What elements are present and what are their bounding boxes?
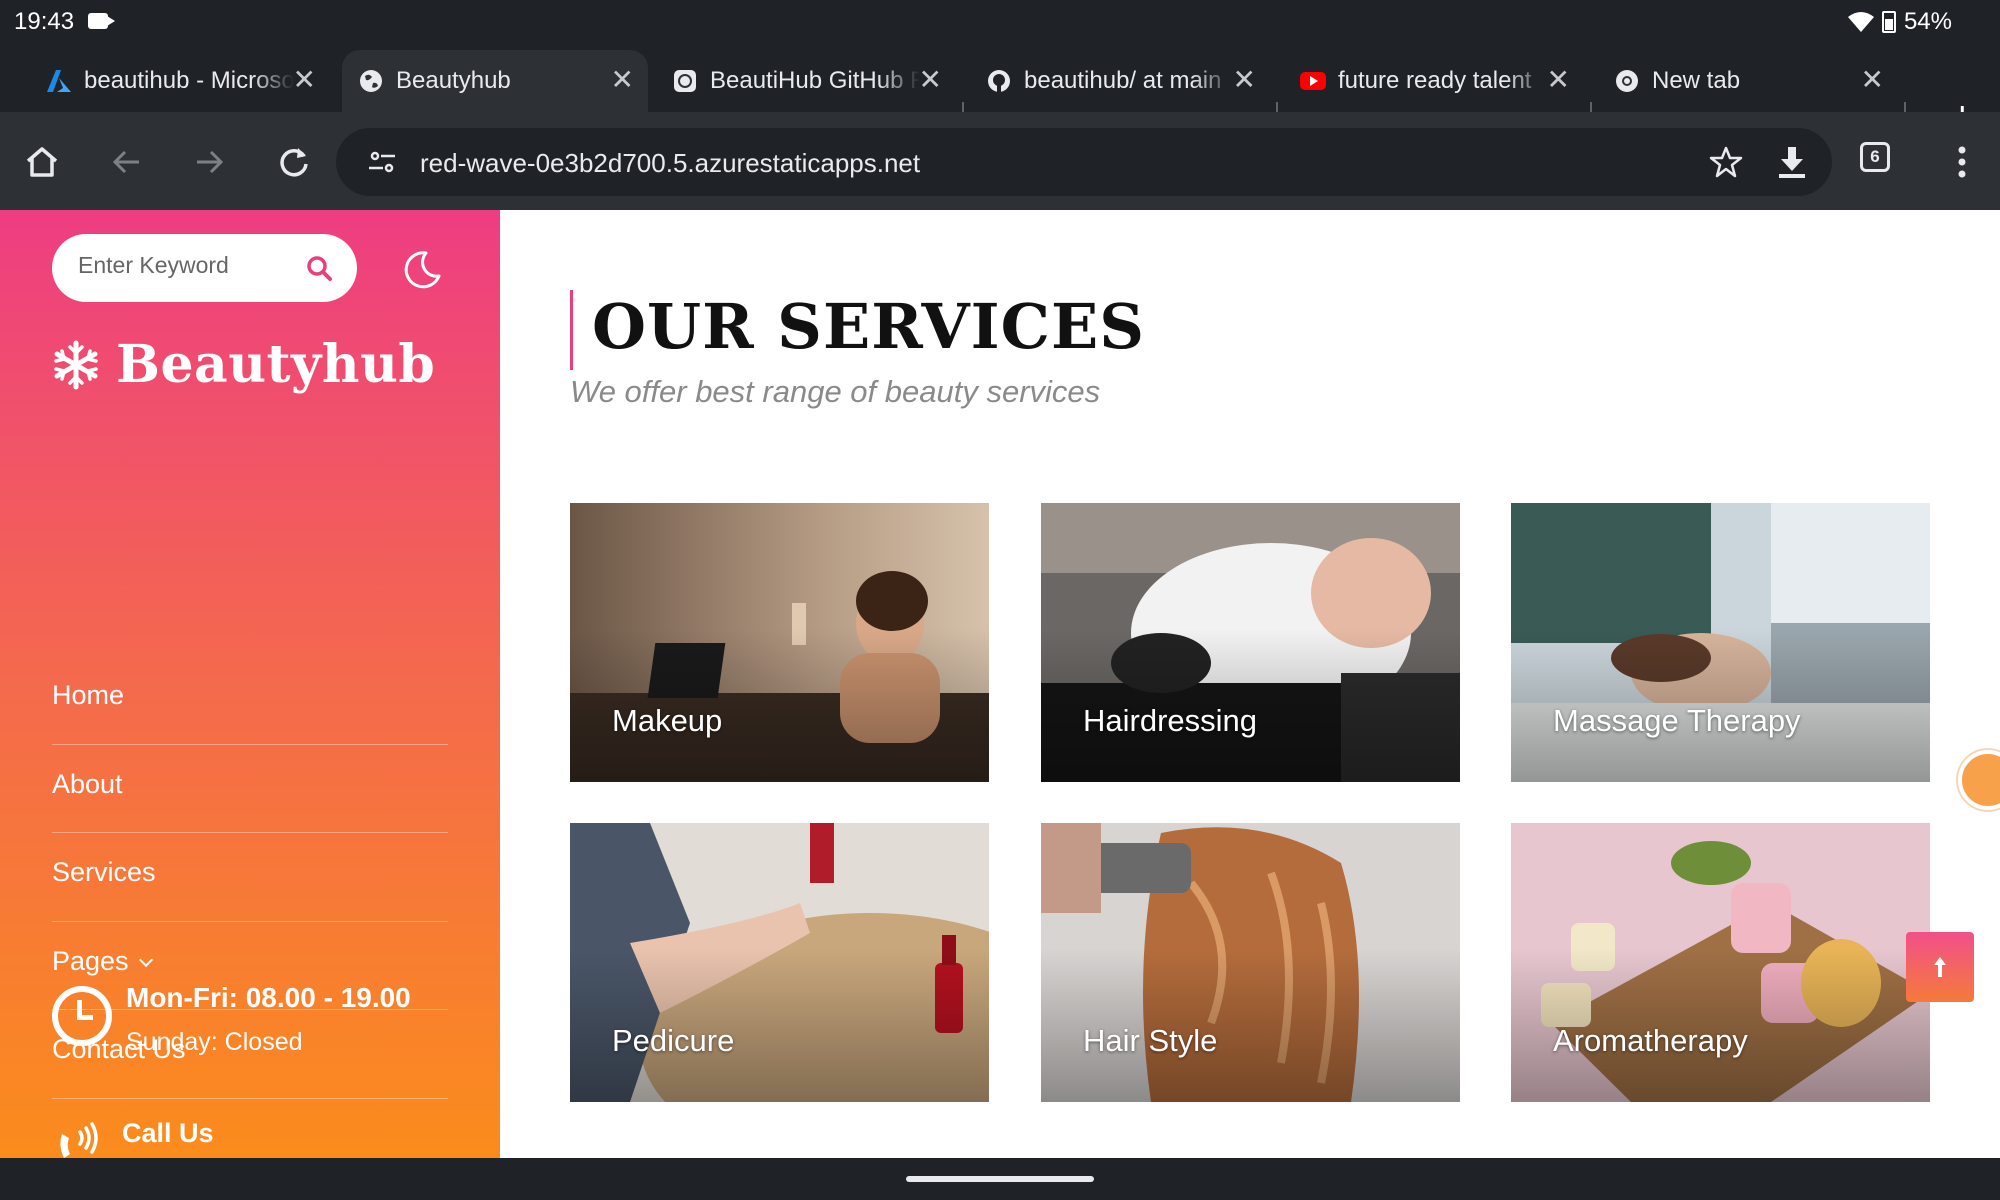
phone-icon bbox=[60, 1122, 98, 1158]
hours-weekdays: Mon-Fri: 08.00 - 19.00 bbox=[126, 982, 411, 1013]
nav-item-services[interactable]: Services bbox=[52, 833, 448, 922]
openai-icon bbox=[672, 68, 698, 94]
service-card-hair-style[interactable]: Hair Style bbox=[1041, 823, 1460, 1102]
service-label: Aromatherapy bbox=[1553, 1023, 1748, 1058]
battery-level: 54% bbox=[1903, 8, 1952, 35]
nav-item-about[interactable]: About bbox=[52, 745, 448, 833]
title-accent-bar bbox=[570, 290, 573, 370]
service-label: Pedicure bbox=[612, 1023, 735, 1058]
chrome-icon bbox=[1614, 68, 1640, 94]
arrow-up-icon bbox=[1934, 957, 1946, 977]
nav-label: About bbox=[52, 768, 123, 799]
reload-icon[interactable] bbox=[274, 142, 314, 182]
back-icon[interactable] bbox=[106, 142, 146, 182]
home-gesture-handle[interactable] bbox=[906, 1176, 1094, 1182]
tab-label: future ready talent bbox=[1338, 67, 1532, 94]
nav-label: Home bbox=[52, 680, 125, 710]
tab-youtube[interactable]: future ready talent ✕ bbox=[1284, 50, 1584, 112]
tab-label: beautihub/ at main bbox=[1024, 67, 1222, 94]
snowflake-icon bbox=[54, 340, 98, 389]
clock-icon bbox=[52, 986, 112, 1046]
status-bar: 19:43 54% bbox=[0, 0, 2000, 44]
service-card-makeup[interactable]: Makeup bbox=[570, 503, 989, 782]
tab-new-tab[interactable]: New tab ✕ bbox=[1598, 50, 1898, 112]
page-subtitle: We offer best range of beauty services bbox=[570, 374, 1101, 409]
tab-label: New tab bbox=[1652, 67, 1741, 94]
dark-mode-moon-icon[interactable] bbox=[400, 248, 444, 292]
download-icon[interactable] bbox=[1772, 142, 1812, 182]
search-input[interactable] bbox=[78, 252, 298, 279]
browser-toolbar: red-wave-0e3b2d700.5.azurestaticapps.net… bbox=[0, 112, 2000, 210]
nav-item-home[interactable]: Home bbox=[52, 656, 448, 745]
nav-label: Services bbox=[52, 857, 156, 887]
web-page: Beautyhub Home About Services Pages Cont… bbox=[0, 210, 2000, 1158]
service-label: Hair Style bbox=[1083, 1023, 1218, 1058]
service-label: Massage Therapy bbox=[1553, 703, 1801, 738]
address-bar[interactable]: red-wave-0e3b2d700.5.azurestaticapps.net bbox=[336, 128, 1832, 196]
brand-name: Beautyhub bbox=[116, 334, 436, 395]
forward-icon[interactable] bbox=[190, 142, 230, 182]
main-content: OUR SERVICES We offer best range of beau… bbox=[500, 210, 2000, 1158]
page-title: OUR SERVICES bbox=[592, 290, 1146, 363]
tab-github-main[interactable]: beautihub/ at main ✕ bbox=[970, 50, 1270, 112]
call-us-label: Call Us bbox=[122, 1118, 214, 1148]
clock-time: 19:43 bbox=[14, 8, 75, 35]
chevron-down-icon bbox=[138, 952, 153, 967]
hours-sunday: Sunday: Closed bbox=[126, 1028, 303, 1056]
youtube-icon bbox=[1300, 68, 1326, 94]
close-tab-icon[interactable]: ✕ bbox=[293, 66, 316, 94]
azure-icon bbox=[46, 68, 72, 94]
search-box bbox=[52, 234, 357, 302]
service-card-pedicure[interactable]: Pedicure bbox=[570, 823, 989, 1102]
close-tab-icon[interactable]: ✕ bbox=[611, 66, 634, 94]
bookmark-star-icon[interactable] bbox=[1706, 142, 1746, 182]
system-nav-bar bbox=[0, 1158, 2000, 1200]
sidebar: Beautyhub Home About Services Pages Cont… bbox=[0, 210, 500, 1158]
tab-switcher-button[interactable]: 6 bbox=[1860, 142, 1890, 172]
service-card-hairdressing[interactable]: Hairdressing bbox=[1041, 503, 1460, 782]
tab-beautyhub[interactable]: Beautyhub ✕ bbox=[342, 50, 648, 112]
globe-icon bbox=[358, 68, 384, 94]
tab-azure[interactable]: beautihub - Microsoft Azure ✕ bbox=[30, 50, 330, 112]
service-card-massage[interactable]: Massage Therapy bbox=[1511, 503, 1930, 782]
tab-github-repo[interactable]: BeautiHub GitHub Repo ✕ bbox=[656, 50, 956, 112]
menu-kebab-icon[interactable] bbox=[1942, 142, 1982, 182]
search-icon[interactable] bbox=[305, 254, 333, 282]
scroll-to-top-button[interactable] bbox=[1906, 932, 1974, 1002]
service-card-aromatherapy[interactable]: Aromatherapy bbox=[1511, 823, 1930, 1102]
tab-strip: beautihub - Microsoft Azure ✕ Beautyhub … bbox=[0, 44, 2000, 138]
nav-label: Pages bbox=[52, 945, 129, 976]
screen-record-icon bbox=[88, 13, 115, 29]
wifi-icon bbox=[1847, 12, 1874, 32]
close-tab-icon[interactable]: ✕ bbox=[1547, 66, 1570, 94]
close-tab-icon[interactable]: ✕ bbox=[1233, 66, 1256, 94]
home-icon[interactable] bbox=[22, 142, 62, 182]
url-text[interactable]: red-wave-0e3b2d700.5.azurestaticapps.net bbox=[420, 148, 920, 179]
battery-icon bbox=[1881, 11, 1896, 33]
brand-logo[interactable]: Beautyhub bbox=[50, 334, 435, 395]
site-settings-icon[interactable] bbox=[362, 142, 402, 182]
service-label: Hairdressing bbox=[1083, 703, 1258, 738]
tab-label: beautihub - Microsoft Azure bbox=[84, 67, 294, 94]
close-tab-icon[interactable]: ✕ bbox=[919, 66, 942, 94]
service-label: Makeup bbox=[612, 703, 723, 738]
github-icon bbox=[986, 68, 1012, 94]
close-tab-icon[interactable]: ✕ bbox=[1861, 66, 1884, 94]
tab-label: BeautiHub GitHub Repo bbox=[710, 67, 920, 94]
tab-label: Beautyhub bbox=[396, 67, 511, 94]
